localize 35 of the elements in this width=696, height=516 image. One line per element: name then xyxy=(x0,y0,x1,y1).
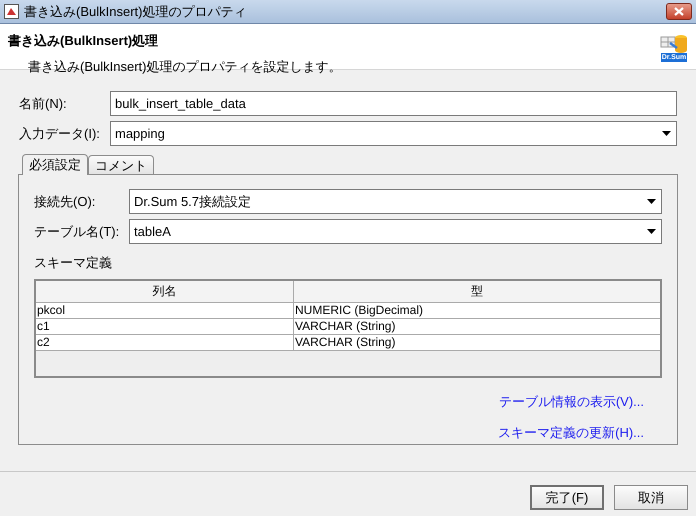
table-cell-text: VARCHAR (String) xyxy=(294,334,396,350)
column-header[interactable]: 型 xyxy=(294,280,660,302)
dropdown-arrow-icon xyxy=(647,229,656,234)
table-cell: c1 xyxy=(36,318,294,334)
input-field[interactable]: bulk_insert_table_data xyxy=(110,91,677,116)
table-cell-text: NUMERIC (BigDecimal) xyxy=(294,302,424,318)
dialog-button[interactable]: 取消 xyxy=(614,485,688,510)
tab[interactable]: 必須設定 xyxy=(22,154,88,175)
dropdown-arrow-icon xyxy=(662,131,671,136)
field-label: 名前(N): xyxy=(19,94,68,113)
app-icon xyxy=(4,4,19,19)
header-description: 書き込み(BulkInsert)処理のプロパティを設定します。 xyxy=(27,58,342,76)
field-label: 接続先(O): xyxy=(34,192,96,211)
close-icon xyxy=(674,7,684,16)
field-label: 入力データ(I): xyxy=(19,124,101,143)
dropdown-field[interactable]: Dr.Sum 5.7接続設定 xyxy=(129,189,662,214)
table-cell: pkcol xyxy=(36,302,294,318)
section-label: スキーマ定義 xyxy=(34,254,113,272)
dropdown-value: tableA xyxy=(133,222,172,241)
dropdown-value: Dr.Sum 5.7接続設定 xyxy=(133,192,252,211)
field-label: テーブル名(T): xyxy=(34,222,120,241)
dropdown-field[interactable]: mapping xyxy=(110,121,677,146)
header-title: 書き込み(BulkInsert)処理 xyxy=(8,32,160,50)
table-cell: c2 xyxy=(36,334,294,350)
dropdown-arrow-icon xyxy=(647,199,656,204)
column-header[interactable]: 列名 xyxy=(36,280,294,302)
link[interactable]: スキーマ定義の更新(H)... xyxy=(498,423,644,442)
close-button[interactable] xyxy=(666,3,692,20)
dropdown-field[interactable]: tableA xyxy=(129,219,662,244)
dropdown-value: mapping xyxy=(114,124,166,143)
link[interactable]: テーブル情報の表示(V)... xyxy=(498,392,644,411)
tab[interactable]: コメント xyxy=(88,155,154,174)
table-cell-text: VARCHAR (String) xyxy=(294,318,396,334)
dialog-button[interactable]: 完了(F) xyxy=(530,485,604,510)
window-title: 書き込み(BulkInsert)処理のプロパティ xyxy=(24,2,248,21)
